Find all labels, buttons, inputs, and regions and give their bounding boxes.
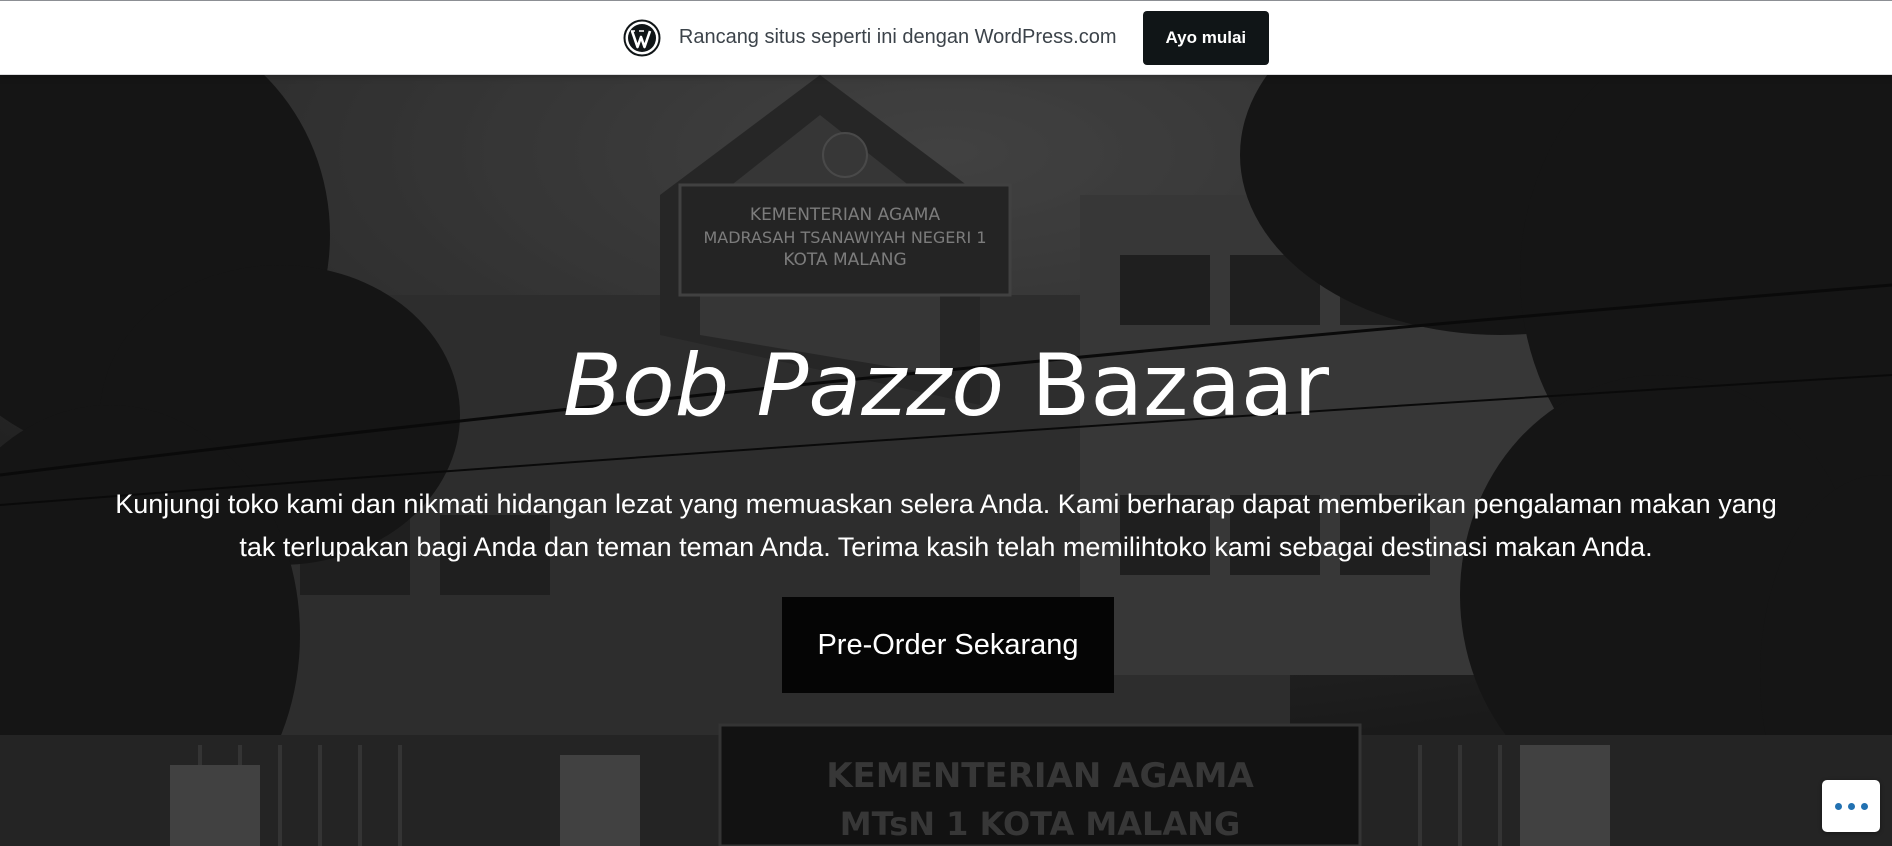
pre-order-button[interactable]: Pre-Order Sekarang <box>782 597 1114 693</box>
get-started-button[interactable]: Ayo mulai <box>1142 10 1270 65</box>
wordpress-logo-icon[interactable] <box>623 19 661 57</box>
hero-content: Bob Pazzo Bazaar Kunjungi toko kami dan … <box>0 75 1892 846</box>
hero-section: KEMENTERIAN AGAMA MADRASAH TSANAWIYAH NE… <box>0 75 1892 846</box>
banner-text: Rancang situs seperti ini dengan WordPre… <box>678 26 1117 48</box>
actions-menu-button[interactable] <box>1822 780 1880 832</box>
ellipsis-icon <box>1832 802 1871 810</box>
site-title-rest: Bazaar <box>1004 336 1329 436</box>
site-title-italic: Bob Pazzo <box>563 336 1005 436</box>
site-title: Bob Pazzo Bazaar <box>0 343 1892 429</box>
hero-description: Kunjungi toko kami dan nikmati hidangan … <box>115 489 1777 562</box>
wordpress-promo-content: Rancang situs seperti ini dengan WordPre… <box>623 10 1270 65</box>
wordpress-promo-banner: Rancang situs seperti ini dengan WordPre… <box>0 0 1892 75</box>
